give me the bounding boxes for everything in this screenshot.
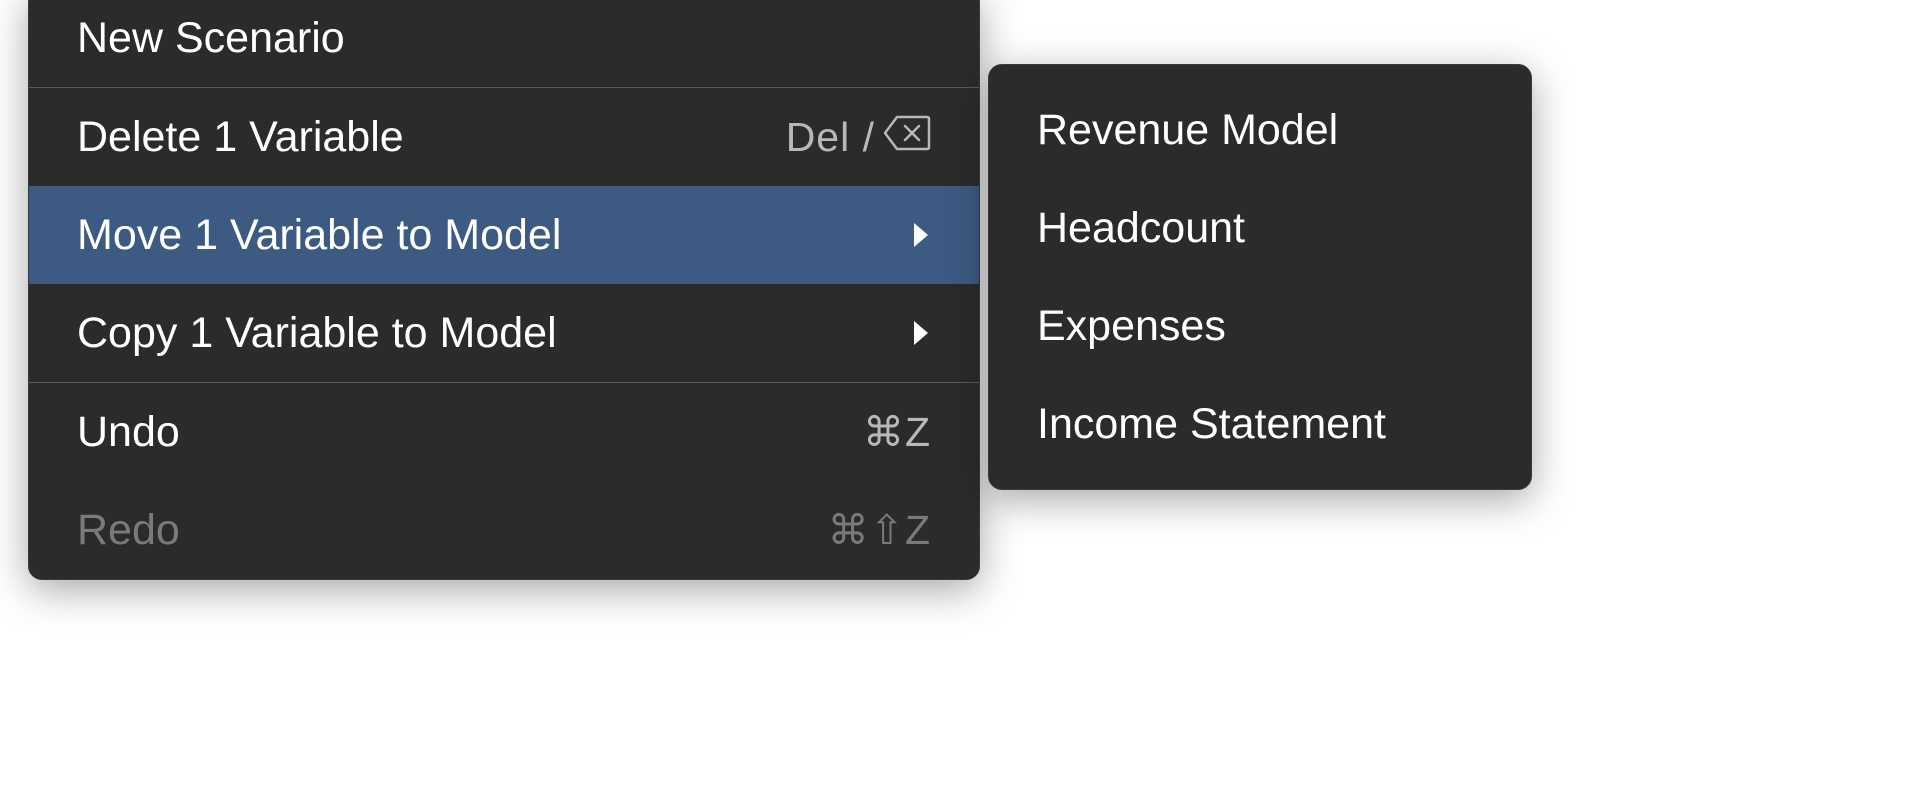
- submenu-item-expenses[interactable]: Expenses: [989, 277, 1531, 375]
- undo-item[interactable]: Undo ⌘Z: [29, 383, 979, 481]
- backspace-icon: [883, 114, 931, 161]
- copy-variable-item[interactable]: Copy 1 Variable to Model: [29, 284, 979, 382]
- delete-variable-label: Delete 1 Variable: [77, 113, 404, 162]
- submenu-item-label: Revenue Model: [1037, 106, 1338, 155]
- delete-shortcut: Del /: [786, 114, 931, 161]
- shortcut-text: Del /: [786, 114, 875, 161]
- submenu: Revenue Model Headcount Expenses Income …: [988, 64, 1532, 490]
- submenu-item-label: Income Statement: [1037, 400, 1386, 449]
- submenu-item-label: Headcount: [1037, 204, 1245, 253]
- move-variable-item[interactable]: Move 1 Variable to Model: [29, 186, 979, 284]
- submenu-item-label: Expenses: [1037, 302, 1226, 351]
- redo-label: Redo: [77, 506, 180, 555]
- shortcut-text: ⌘⇧Z: [828, 506, 931, 554]
- redo-item: Redo ⌘⇧Z: [29, 481, 979, 579]
- context-menu: New Scenario Delete 1 Variable Del / Mov…: [28, 0, 980, 580]
- undo-shortcut: ⌘Z: [863, 408, 931, 456]
- chevron-right-icon: [911, 309, 931, 358]
- delete-variable-item[interactable]: Delete 1 Variable Del /: [29, 88, 979, 186]
- move-variable-label: Move 1 Variable to Model: [77, 211, 561, 260]
- submenu-item-headcount[interactable]: Headcount: [989, 179, 1531, 277]
- new-scenario-label: New Scenario: [77, 14, 345, 63]
- submenu-item-income-statement[interactable]: Income Statement: [989, 375, 1531, 473]
- submenu-item-revenue-model[interactable]: Revenue Model: [989, 81, 1531, 179]
- copy-variable-label: Copy 1 Variable to Model: [77, 309, 557, 358]
- shortcut-text: ⌘Z: [863, 408, 931, 456]
- chevron-right-icon: [911, 211, 931, 260]
- submenu-indicator: [911, 211, 931, 260]
- new-scenario-item[interactable]: New Scenario: [29, 0, 979, 87]
- undo-label: Undo: [77, 408, 180, 457]
- redo-shortcut: ⌘⇧Z: [828, 506, 931, 554]
- submenu-indicator: [911, 309, 931, 358]
